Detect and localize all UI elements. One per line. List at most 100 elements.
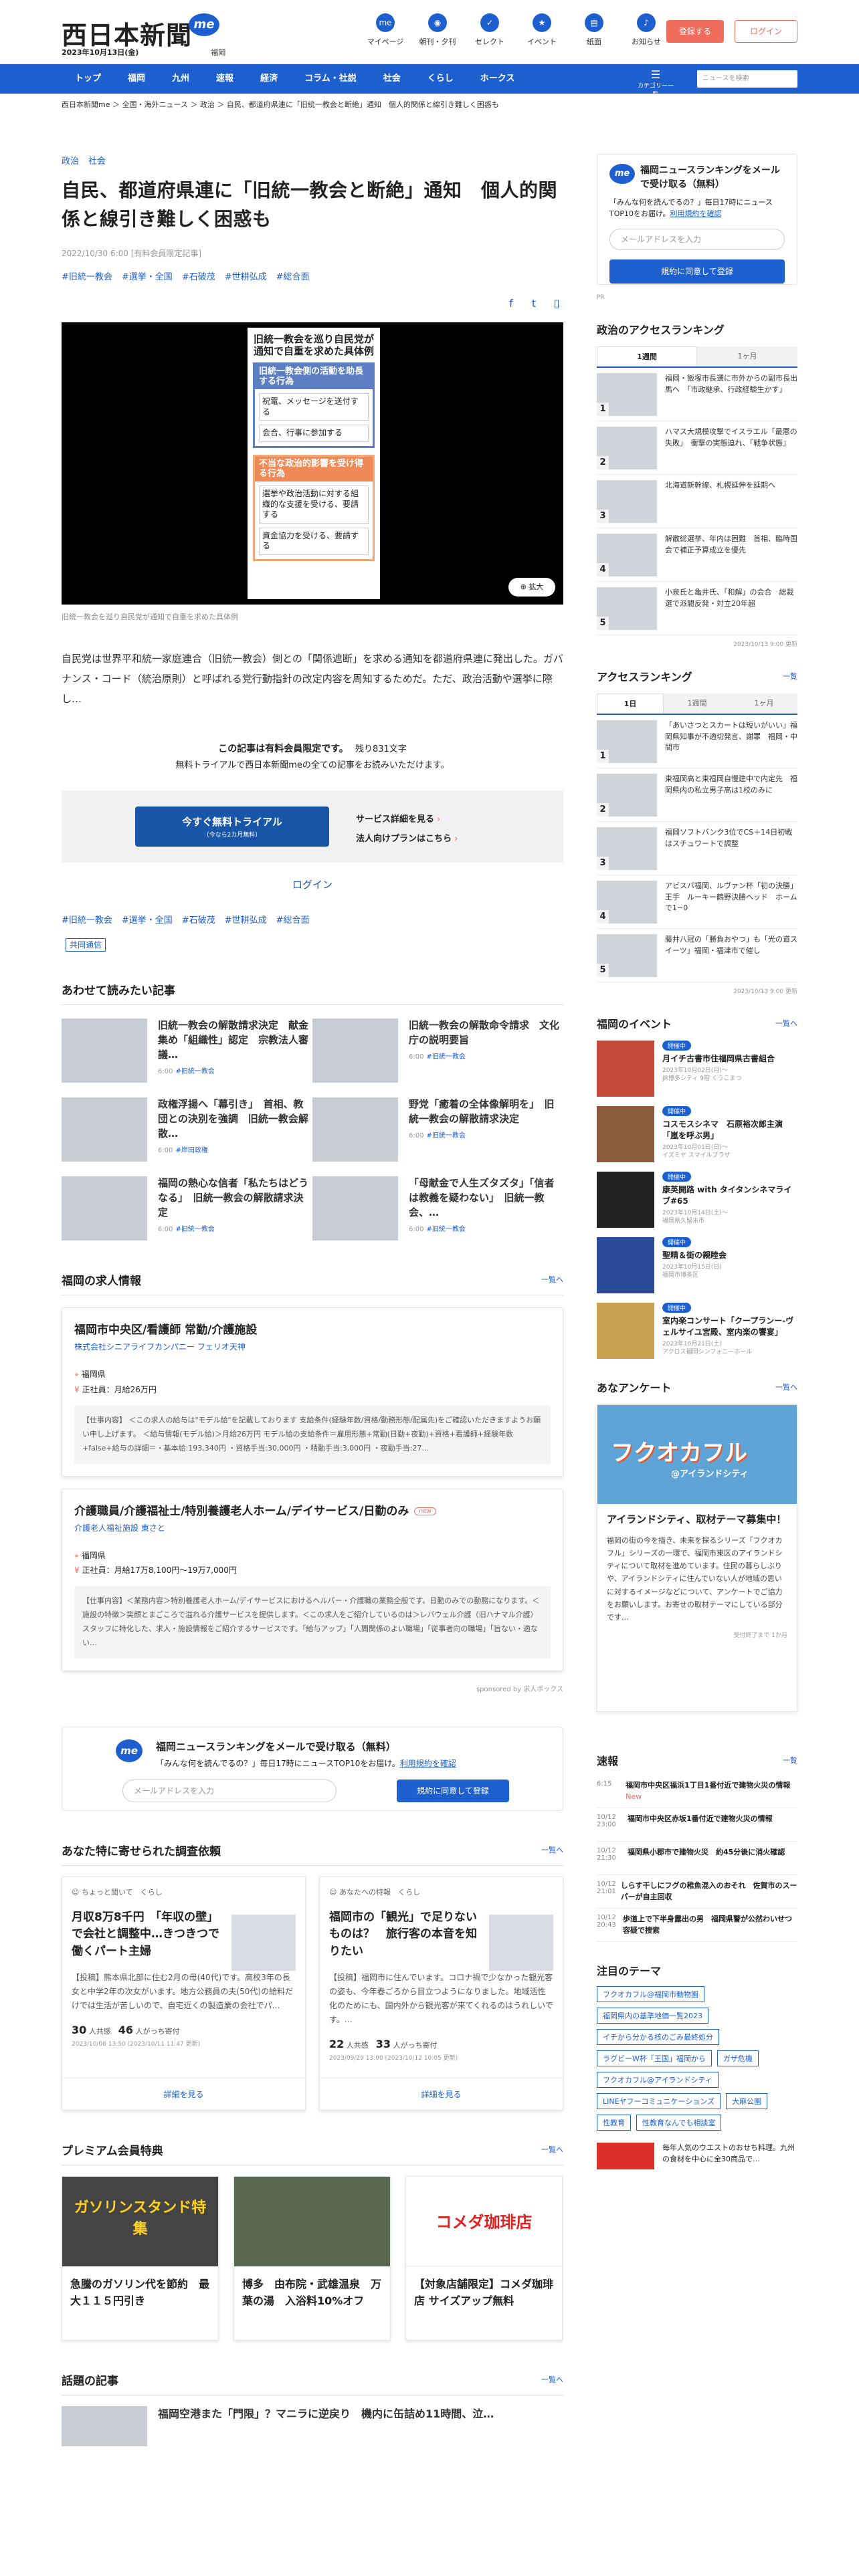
- ranking-item[interactable]: 3 北海道新幹線、札幌延伸を延期へ: [597, 475, 797, 528]
- paper-button[interactable]: ▤ 紙面: [570, 13, 618, 47]
- nav-item-economy[interactable]: 経済: [247, 64, 291, 94]
- tag-link[interactable]: #石破茂: [182, 272, 215, 282]
- register-mail-button[interactable]: 規約に同意して登録: [609, 259, 785, 284]
- more-link[interactable]: 一覧へ: [541, 2374, 563, 2385]
- ranking-item[interactable]: 1 「あいさつとスカートは短いがいい」福岡県知事が不適切発言、謝罪 福岡・中間市: [597, 715, 797, 768]
- nav-item-kyushu[interactable]: 九州: [159, 64, 203, 94]
- more-link[interactable]: 一覧へ: [541, 1274, 563, 1285]
- nav-item-life[interactable]: くらし: [414, 64, 467, 94]
- ranking-item[interactable]: 2 ハマス大規模攻撃でイスラエル「最悪の失敗」 衝撃の実態迫れ、「戦争状態」: [597, 421, 797, 475]
- category-society[interactable]: 社会: [88, 156, 106, 167]
- ranking-item[interactable]: 4 解散総選挙、年内は困難 首相、臨時国会で補正予算成立を優先: [597, 528, 797, 582]
- theme-link[interactable]: フクオカフル@アイランドシティ: [597, 2072, 719, 2088]
- survey-card[interactable]: ☺ あなたへの特報 くらし 福岡市の「観光」で足りないものは？ 旅行客の本音を知…: [319, 1876, 563, 2111]
- related-item[interactable]: 政権浮揚へ「幕引き」 首相、教団との決別を強調 旧統一教会解散… 6:00 #岸田政…: [62, 1097, 312, 1162]
- more-link[interactable]: 一覧へ: [541, 2144, 563, 2155]
- tag-link[interactable]: #旧統一教会: [62, 916, 112, 926]
- survey-detail-link[interactable]: 詳細を見る: [320, 2077, 563, 2110]
- related-item[interactable]: 野党「癒着の全体像解明を」 旧統一教会の解散請求決定 6:00 #旧統一教会: [312, 1097, 563, 1162]
- event-button[interactable]: ★ イベント: [518, 13, 566, 47]
- nav-item-top[interactable]: トップ: [62, 64, 114, 94]
- tab-week[interactable]: 1週間: [664, 693, 731, 714]
- tag-link[interactable]: #選挙・全国: [122, 272, 173, 282]
- theme-link[interactable]: ラグビーW杯「王国」福岡から: [597, 2050, 712, 2066]
- select-button[interactable]: ✓ セレクト: [466, 13, 514, 47]
- more-link[interactable]: 一覧へ: [775, 1382, 797, 1392]
- theme-link[interactable]: イチから分かる核のごみ最終処分: [597, 2029, 719, 2045]
- pref-label[interactable]: 福岡: [211, 48, 225, 57]
- facebook-icon[interactable]: f: [504, 297, 518, 310]
- ranking-item[interactable]: 3 福岡ソフトバンク3位でCS＋14日初戦はスチュワートで調整: [597, 822, 797, 875]
- event-item[interactable]: 開催中 月イチ古書市住福岡県古書組合 2023年10月02日(月)〜 JR博多シティ …: [597, 1041, 797, 1097]
- quick-news-item[interactable]: 10/12 21:01 しらす干しにフグの稚魚混入のおそれ 佐賀市のスーパーが自主…: [597, 1875, 797, 1909]
- bookmark-icon[interactable]: ▯: [550, 297, 563, 310]
- site-logo[interactable]: 西日本新聞: [62, 15, 192, 51]
- tag-link[interactable]: #石破茂: [182, 916, 215, 926]
- job-card[interactable]: 福岡市中央区/看護師 常勤/介護施設 株式会社シニアライフカンパニー フェリオ天…: [62, 1307, 563, 1477]
- quick-news-item[interactable]: 10/12 23:00 福岡市中央区赤坂1番付近で建物火災の情報: [597, 1808, 797, 1842]
- premium-card[interactable]: 博多 由布院・武雄温泉 万葉の湯 入浴料10%オフ: [233, 2175, 391, 2341]
- quick-news-item[interactable]: 6:15 福岡市中央区福浜1丁目1番付近で建物火災の情報 New: [597, 1775, 797, 1808]
- more-link[interactable]: 一覧: [783, 1755, 797, 1765]
- ranking-item[interactable]: 2 東福岡高と東福岡自慢建中で内定先 福岡県内の私立男子高は1校のみに: [597, 768, 797, 822]
- tag-link[interactable]: #旧統一教会: [62, 272, 112, 282]
- tag-link[interactable]: #世耕弘成: [225, 916, 267, 926]
- tag-link[interactable]: #世耕弘成: [225, 272, 267, 282]
- event-item[interactable]: 開催中 聖精＆街の親睦会 2023年10月15日(日) 福岡市博多区: [597, 1237, 797, 1293]
- theme-link[interactable]: ガザ危機: [717, 2050, 759, 2066]
- nav-item-column[interactable]: コラム・社説: [291, 64, 370, 94]
- breadcrumb[interactable]: 西日本新聞me ＞ 全国・海外ニュース ＞ 政治 ＞ 自民、都道府県連に「旧統一…: [62, 99, 499, 110]
- related-item[interactable]: 旧統一教会の解散請求決定 献金集め「組織性」認定 宗教法人審議… 6:00 #旧統一…: [62, 1018, 312, 1083]
- more-link[interactable]: 一覧: [783, 671, 797, 681]
- job-card[interactable]: 介護職員/介護福祉士/特別養護老人ホーム/デイサービス/日勤のみ new 介護老人…: [62, 1488, 563, 1671]
- search-input[interactable]: ニュースを検索: [697, 70, 797, 88]
- notice-button[interactable]: ♪ お知らせ: [622, 13, 670, 47]
- quick-news-item[interactable]: 10/12 21:30 福岡県小郡市で建物火災 約45分後に消火確認: [597, 1842, 797, 1875]
- enquete-card[interactable]: フクオカフル @アイランドシティ アイランドシティ、取材テーマ募集中！ 福岡の街の…: [597, 1404, 797, 1712]
- event-item[interactable]: 開催中 コスモスシネマ 石原裕次郎主演「嵐を呼ぶ男」 2023年10月01日(日)〜…: [597, 1106, 797, 1162]
- topic-item[interactable]: 福岡空港また「門限」？マニラに逆戻り 機内に缶詰め11時間、泣…: [62, 2405, 563, 2446]
- twitter-icon[interactable]: t: [527, 297, 541, 310]
- nav-item-hawks[interactable]: ホークス: [467, 64, 529, 94]
- article-photo[interactable]: 旧統一教会を巡り自民党が通知で自重を求めた具体例 旧統一教会側の活動を助長する行…: [62, 322, 563, 605]
- nav-item-breaking[interactable]: 速報: [203, 64, 247, 94]
- related-item[interactable]: 旧統一教会の解散命令請求 文化庁の説明要旨 6:00 #旧統一教会: [312, 1018, 563, 1083]
- theme-link[interactable]: 福岡県内の基準地価一覧2023: [597, 2008, 708, 2024]
- terms-link[interactable]: 利用規約を確認: [670, 209, 721, 218]
- newspaper-button[interactable]: ◉ 朝刊・夕刊: [413, 13, 462, 47]
- related-item[interactable]: 福岡の熱心な信者「私たちはどうなる」 旧統一教会の解散請求決定 6:00 #旧統一教…: [62, 1176, 312, 1241]
- theme-link[interactable]: フクオカフル@福岡市動物園: [597, 1986, 704, 2002]
- mypage-button[interactable]: me マイページ: [361, 13, 409, 47]
- survey-detail-link[interactable]: 詳細を見る: [62, 2077, 305, 2110]
- ranking-item[interactable]: 5 藤井八冠の「勝負おやつ」も「光の道スイーツ」福岡・福津市で催し: [597, 929, 797, 982]
- theme-link[interactable]: 性教育: [597, 2115, 631, 2131]
- tab-month[interactable]: 1ヶ月: [697, 346, 797, 366]
- more-link[interactable]: 一覧へ: [541, 1844, 563, 1855]
- email-input[interactable]: メールアドレスを入力: [122, 1779, 337, 1802]
- zoom-button[interactable]: ⊕ 拡大: [508, 577, 555, 597]
- service-detail-link[interactable]: サービス詳細を見る ›: [356, 811, 458, 830]
- theme-link[interactable]: LINEヤフーコミュニケーションズ: [597, 2093, 721, 2109]
- tab-month[interactable]: 1ヶ月: [731, 693, 797, 714]
- login-button[interactable]: ログイン: [735, 20, 797, 43]
- ranking-item[interactable]: 4 アビスパ福岡、ルヴァン杯「初の決勝」王手 ルーキー鶴野決勝ヘッド ホームで1−…: [597, 875, 797, 929]
- tab-day[interactable]: 1日: [597, 693, 664, 714]
- related-item[interactable]: 「母献金で人生ズタズタ」「信者は教義を疑わない」 旧統一教会、… 6:00 #旧統一…: [312, 1176, 563, 1241]
- tab-week[interactable]: 1週間: [597, 346, 697, 366]
- event-item[interactable]: 開催中 康英開路 with タイタンシネマライブ#65 2023年10月14日(土)…: [597, 1172, 797, 1228]
- tag-link[interactable]: #総合面: [276, 272, 310, 282]
- premium-card[interactable]: ガソリンスタンド特集 急騰のガソリン代を節約 最大１１５円引き: [62, 2175, 219, 2341]
- ranking-item[interactable]: 1 福岡・飯塚市長選に市外からの副市長出馬へ 「市政継承、行政経験生かす」: [597, 368, 797, 421]
- nav-item-society[interactable]: 社会: [370, 64, 414, 94]
- tag-link[interactable]: #総合面: [276, 916, 310, 926]
- ranking-item[interactable]: 5 小泉氏と亀井氏、「和解」の会合 総裁選で派閥反発・対立20年超: [597, 582, 797, 635]
- paywall-login-link[interactable]: ログイン: [62, 877, 563, 891]
- register-mail-button[interactable]: 規約に同意して登録: [397, 1779, 509, 1802]
- premium-card[interactable]: コメダ珈琲店 【対象店舗限定】コメダ珈琲店 サイズアップ無料: [405, 2175, 563, 2341]
- corporate-plan-link[interactable]: 法人向けプランはこちら ›: [356, 830, 458, 849]
- category-menu-button[interactable]: ☰ カテゴリー一覧: [636, 68, 676, 98]
- email-input[interactable]: メールアドレスを入力: [609, 229, 785, 250]
- tag-link[interactable]: #選挙・全国: [122, 916, 173, 926]
- event-item[interactable]: 開催中 室内楽コンサート「クープランー-ヴェルサイユ宮殿、室内楽の饗宴」 2023年…: [597, 1303, 797, 1359]
- theme-link[interactable]: 性教育なんでも相談室: [636, 2115, 722, 2131]
